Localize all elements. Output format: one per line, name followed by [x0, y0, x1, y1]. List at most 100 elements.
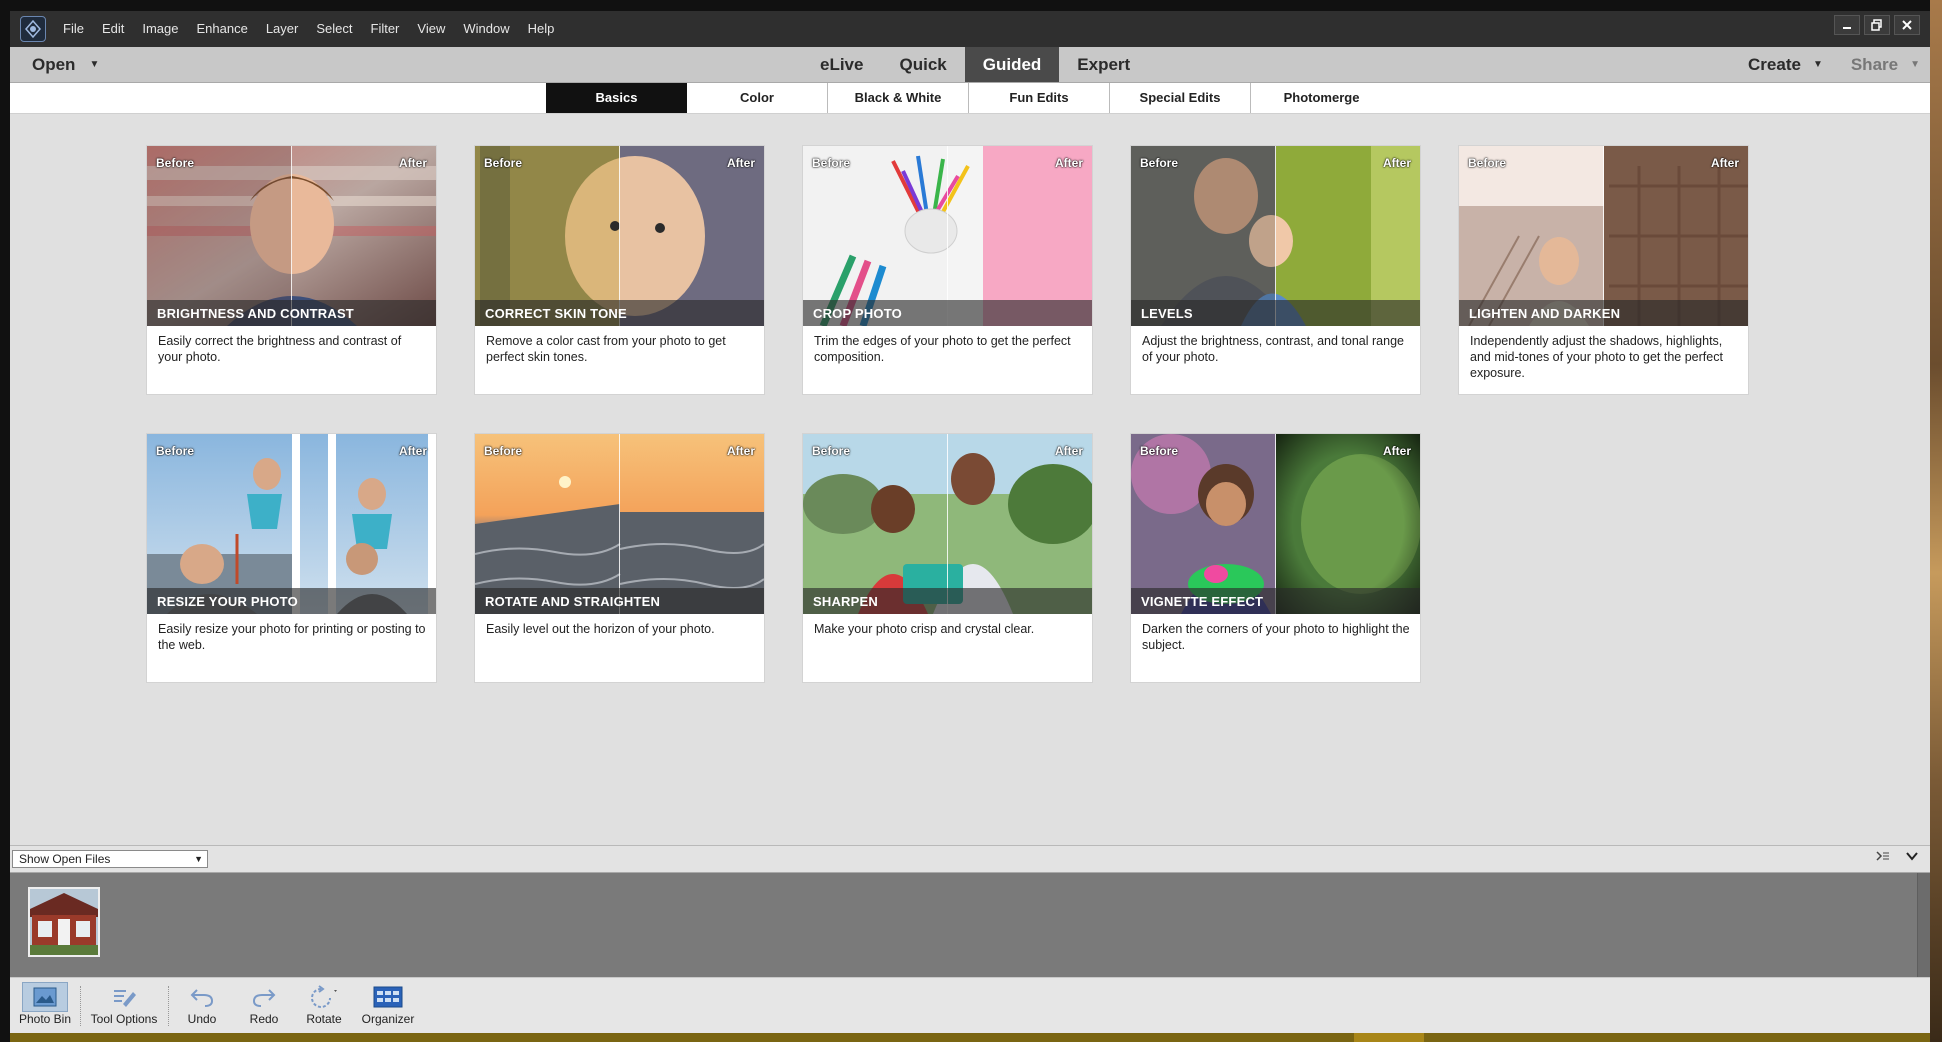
tool-options-button[interactable]: Tool Options	[86, 982, 162, 1032]
before-after-divider	[1275, 434, 1276, 614]
bin-options-icon[interactable]	[1876, 850, 1890, 865]
mode-tab-quick[interactable]: Quick	[881, 47, 964, 82]
photo-bin-icon	[33, 987, 57, 1007]
create-button[interactable]: Create ▼	[1748, 47, 1823, 83]
share-button[interactable]: Share ▼	[1851, 47, 1920, 83]
photo-bin-label: Photo Bin	[18, 1012, 72, 1026]
after-tag: After	[1054, 156, 1083, 170]
organizer-button[interactable]: Organizer	[356, 982, 420, 1032]
undo-label: Undo	[187, 1012, 217, 1026]
taskbar-highlight	[1354, 1033, 1424, 1042]
chevron-down-icon: ▼	[1812, 59, 1823, 70]
menu-window[interactable]: Window	[454, 11, 518, 47]
card-title: ROTATE AND STRAIGHTEN	[485, 594, 661, 609]
desktop-background	[1930, 0, 1942, 1042]
mode-bar: Open ▼ eLive Quick Guided Expert Create …	[10, 47, 1930, 83]
redo-label: Redo	[249, 1012, 279, 1026]
after-tag: After	[1382, 444, 1411, 458]
redo-button[interactable]: Redo	[238, 982, 290, 1032]
card-thumbnail: Before After SHARPEN	[803, 434, 1092, 614]
card-description: Trim the edges of your photo to get the …	[814, 334, 1071, 364]
after-tag: After	[398, 444, 427, 458]
card-description: Adjust the brightness, contrast, and ton…	[1142, 334, 1404, 364]
bin-scrollbar[interactable]	[1917, 873, 1930, 977]
card-lighten-darken[interactable]: Before After LIGHTEN AND DARKEN Independ…	[1459, 146, 1748, 394]
before-tag: Before	[156, 444, 195, 458]
organizer-label: Organizer	[361, 1012, 415, 1026]
title-strip: CORRECT SKIN TONE	[475, 300, 764, 326]
create-label: Create	[1748, 55, 1801, 74]
chevron-down-icon: ▼	[194, 854, 203, 864]
show-open-files-dropdown[interactable]: Show Open Files ▼	[12, 850, 208, 868]
before-after-image	[147, 434, 436, 614]
tab-black-white[interactable]: Black & White	[828, 83, 969, 113]
before-after-divider	[1275, 146, 1276, 326]
tab-basics[interactable]: Basics	[546, 83, 687, 113]
card-crop-photo[interactable]: Before After CROP PHOTO Trim the edges o…	[803, 146, 1092, 394]
title-strip: RESIZE YOUR PHOTO	[147, 588, 436, 614]
photo-bin-area	[10, 873, 1930, 977]
tool-options-label: Tool Options	[90, 1012, 158, 1026]
card-thumbnail: Before After CORRECT SKIN TONE	[475, 146, 764, 326]
undo-icon	[190, 989, 214, 1007]
tab-special-edits[interactable]: Special Edits	[1110, 83, 1251, 113]
card-title: BRIGHTNESS AND CONTRAST	[157, 306, 354, 321]
tab-fun-edits[interactable]: Fun Edits	[969, 83, 1110, 113]
bottom-toolbar: Photo Bin Tool Options Undo Redo Rotate …	[10, 977, 1930, 1033]
before-tag: Before	[1140, 156, 1179, 170]
card-levels[interactable]: Before After LEVELS Adjust the brightnes…	[1131, 146, 1420, 394]
menu-file[interactable]: File	[54, 11, 93, 47]
title-strip: LIGHTEN AND DARKEN	[1459, 300, 1748, 326]
card-correct-skin-tone[interactable]: Before After CORRECT SKIN TONE Remove a …	[475, 146, 764, 394]
guided-edits-grid: Before After BRIGHTNESS AND CONTRAST Eas…	[10, 114, 1930, 855]
rotate-button[interactable]: Rotate	[298, 982, 350, 1032]
menu-view[interactable]: View	[408, 11, 454, 47]
card-description: Easily resize your photo for printing or…	[158, 622, 426, 652]
card-description: Easily level out the horizon of your pho…	[486, 622, 715, 636]
mode-tab-guided[interactable]: Guided	[964, 47, 1060, 82]
open-button[interactable]: Open ▼	[32, 47, 99, 83]
toolbar-separator	[80, 986, 81, 1026]
tab-photomerge[interactable]: Photomerge	[1251, 83, 1392, 113]
app-logo-icon[interactable]	[20, 16, 46, 42]
undo-button[interactable]: Undo	[176, 982, 228, 1032]
tab-color[interactable]: Color	[687, 83, 828, 113]
mode-tab-expert[interactable]: Expert	[1059, 47, 1148, 82]
title-strip: SHARPEN	[803, 588, 1092, 614]
before-tag: Before	[812, 444, 851, 458]
open-file-thumbnail[interactable]	[28, 887, 100, 957]
card-brightness-contrast[interactable]: Before After BRIGHTNESS AND CONTRAST Eas…	[147, 146, 436, 394]
close-icon	[1902, 20, 1912, 30]
before-tag: Before	[484, 444, 523, 458]
card-resize-photo[interactable]: Before After RESIZE YOUR PHOTO Easily re…	[147, 434, 436, 682]
collapse-bin-icon[interactable]	[1906, 850, 1918, 865]
menu-select[interactable]: Select	[307, 11, 361, 47]
menu-layer[interactable]: Layer	[257, 11, 308, 47]
before-after-divider	[619, 146, 620, 326]
menu-edit[interactable]: Edit	[93, 11, 133, 47]
card-vignette-effect[interactable]: Before After VIGNETTE EFFECT Darken the …	[1131, 434, 1420, 682]
menu-enhance[interactable]: Enhance	[188, 11, 257, 47]
rotate-icon	[311, 985, 337, 1008]
after-tag: After	[1382, 156, 1411, 170]
before-tag: Before	[156, 156, 195, 170]
title-strip: CROP PHOTO	[803, 300, 1092, 326]
minimize-button[interactable]	[1834, 15, 1860, 35]
close-button[interactable]	[1894, 15, 1920, 35]
menu-image[interactable]: Image	[133, 11, 187, 47]
chevron-down-icon: ▼	[89, 59, 100, 70]
card-description: Make your photo crisp and crystal clear.	[814, 622, 1035, 636]
restore-icon	[1871, 19, 1882, 31]
card-title: CORRECT SKIN TONE	[485, 306, 627, 321]
app-window: File Edit Image Enhance Layer Select Fil…	[10, 11, 1930, 1042]
restore-button[interactable]	[1864, 15, 1890, 35]
card-sharpen[interactable]: Before After SHARPEN Make your photo cri…	[803, 434, 1092, 682]
card-title: SHARPEN	[813, 594, 878, 609]
title-strip: ROTATE AND STRAIGHTEN	[475, 588, 764, 614]
title-strip: BRIGHTNESS AND CONTRAST	[147, 300, 436, 326]
photo-bin-button[interactable]: Photo Bin	[16, 982, 74, 1032]
card-rotate-straighten[interactable]: Before After ROTATE AND STRAIGHTEN Easil…	[475, 434, 764, 682]
menu-help[interactable]: Help	[519, 11, 564, 47]
menu-filter[interactable]: Filter	[362, 11, 409, 47]
mode-tab-elive[interactable]: eLive	[802, 47, 881, 82]
